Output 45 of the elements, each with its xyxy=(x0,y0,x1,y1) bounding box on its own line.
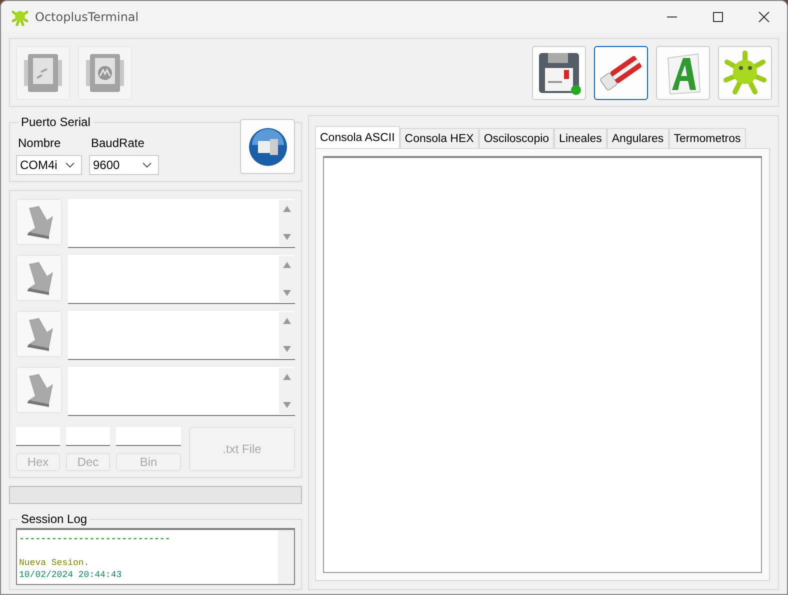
log-line: ---------------------------- xyxy=(19,533,170,545)
send-button[interactable] xyxy=(16,255,62,301)
scroll-up-icon xyxy=(282,205,292,213)
tab[interactable]: Consola HEX xyxy=(400,128,479,148)
tab[interactable]: Consola ASCII xyxy=(315,126,400,148)
tab[interactable]: Termometros xyxy=(668,128,746,148)
scroll-down-icon xyxy=(282,233,292,241)
connect-button[interactable] xyxy=(240,119,295,174)
scroll-down-icon xyxy=(282,289,292,297)
tab[interactable]: Lineales xyxy=(554,128,607,148)
field-label: Nombre xyxy=(17,136,62,150)
chevron-icon xyxy=(142,162,152,168)
group-title: Puerto Serial xyxy=(20,115,92,129)
send-button[interactable] xyxy=(16,199,62,245)
log-line: 10/02/2024 20:44:43 xyxy=(19,569,122,581)
chevron-icon xyxy=(65,162,75,168)
text-area[interactable] xyxy=(68,255,295,304)
scroll-down-icon xyxy=(282,345,292,353)
tab[interactable]: Angulares xyxy=(606,128,669,148)
text-area[interactable] xyxy=(68,311,295,360)
group-title: Session Log xyxy=(20,512,88,526)
send-button[interactable] xyxy=(16,367,62,413)
input-field[interactable] xyxy=(116,427,181,446)
scroll-up-icon xyxy=(282,317,292,325)
dropdown[interactable]: COM4i xyxy=(16,155,82,175)
maximize-icon xyxy=(712,10,724,22)
field-label: BaudRate xyxy=(90,136,146,150)
scroll-up-icon xyxy=(282,261,292,269)
dropdown[interactable]: 9600 xyxy=(89,155,159,175)
send-button[interactable] xyxy=(16,311,62,357)
octopus-icon xyxy=(11,8,29,26)
log-line: Nueva Sesion. xyxy=(19,557,90,569)
tab[interactable]: Osciloscopio xyxy=(478,128,554,148)
scroll-down-icon xyxy=(282,401,292,409)
scroll-up-icon xyxy=(282,373,292,381)
plug-icon xyxy=(248,126,288,166)
text-area[interactable] xyxy=(68,367,295,416)
scrollbar xyxy=(278,530,294,584)
octopus-icon xyxy=(722,50,768,96)
text-area[interactable] xyxy=(68,199,295,248)
input-field[interactable] xyxy=(16,427,60,446)
close-icon xyxy=(758,10,770,22)
window-title: OctoplusTerminal xyxy=(35,10,140,24)
input-field[interactable] xyxy=(66,427,110,446)
toolbar-button[interactable] xyxy=(594,46,648,100)
